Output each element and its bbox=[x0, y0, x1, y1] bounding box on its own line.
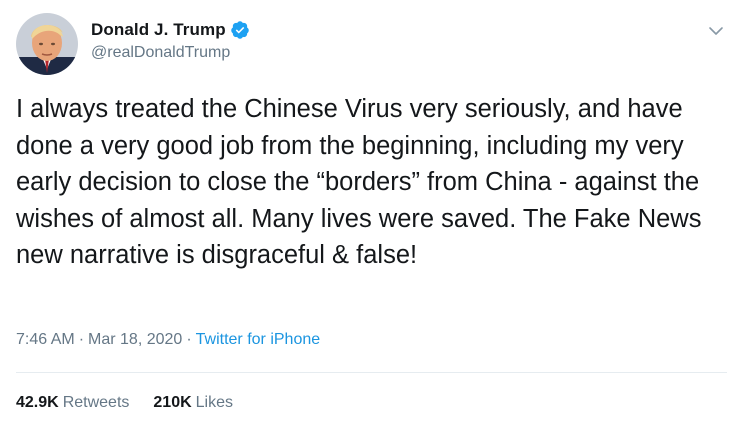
avatar-image bbox=[16, 13, 78, 75]
avatar[interactable] bbox=[16, 13, 78, 75]
tweet-meta: 7:46 AM · Mar 18, 2020 · Twitter for iPhone bbox=[16, 331, 320, 349]
likes-label: Likes bbox=[195, 394, 234, 411]
author-block: Donald J. Trump @realDonaldTrump bbox=[91, 18, 250, 62]
verified-badge-icon bbox=[230, 20, 250, 40]
author-display-name[interactable]: Donald J. Trump bbox=[91, 20, 226, 40]
tweet-card: Donald J. Trump @realDonaldTrump I alway… bbox=[0, 0, 743, 432]
chevron-down-icon[interactable] bbox=[707, 22, 725, 40]
tweet-text: I always treated the Chinese Virus very … bbox=[16, 95, 702, 269]
meta-separator: · bbox=[186, 331, 192, 348]
retweets-label: Retweets bbox=[62, 394, 130, 411]
tweet-time[interactable]: 7:46 AM bbox=[16, 331, 75, 348]
likes-count: 210K bbox=[153, 394, 192, 411]
meta-separator: · bbox=[78, 331, 85, 348]
tweet-source-link[interactable]: Twitter for iPhone bbox=[196, 331, 321, 348]
retweets-count: 42.9K bbox=[16, 394, 59, 411]
divider bbox=[16, 372, 727, 373]
author-name-row: Donald J. Trump bbox=[91, 18, 250, 42]
tweet-date[interactable]: Mar 18, 2020 bbox=[88, 331, 182, 348]
author-handle[interactable]: @realDonaldTrump bbox=[91, 44, 250, 62]
tweet-stats: 42.9K Retweets 210K Likes bbox=[16, 394, 257, 412]
likes-stat[interactable]: 210K Likes bbox=[153, 394, 233, 412]
retweets-stat[interactable]: 42.9K Retweets bbox=[16, 394, 129, 412]
